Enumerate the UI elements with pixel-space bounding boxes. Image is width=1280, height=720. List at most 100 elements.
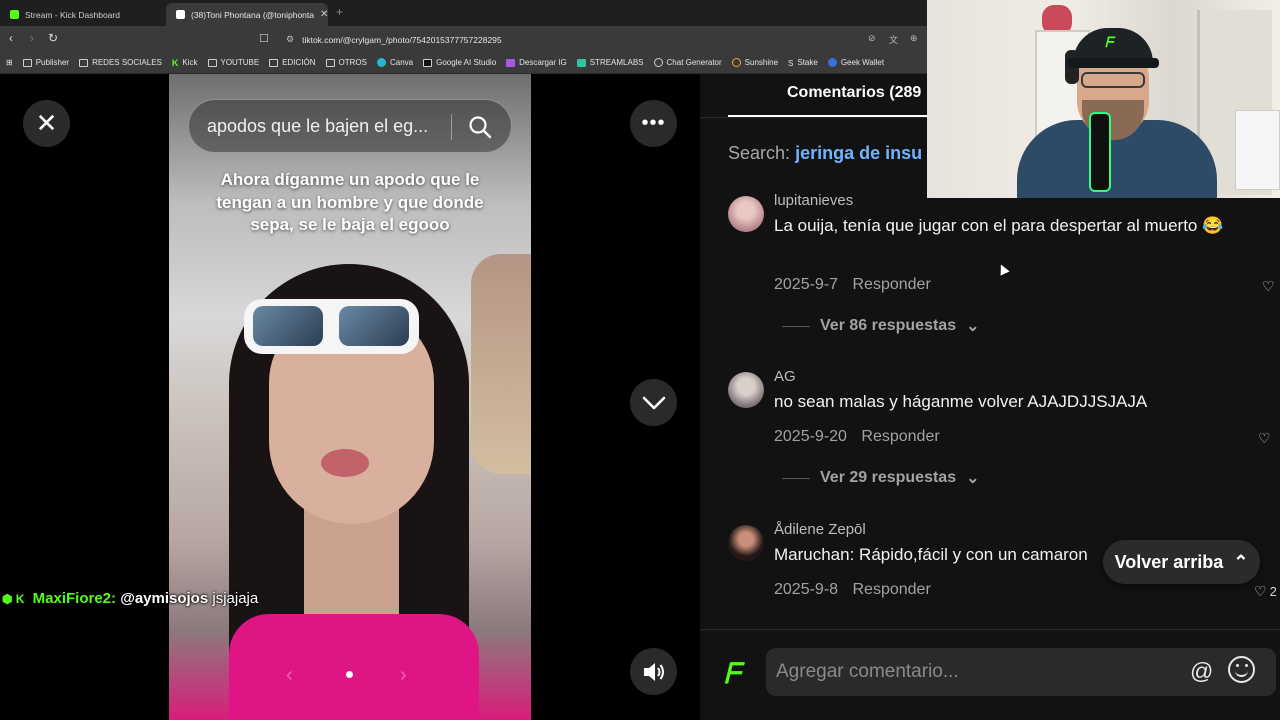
site-info-icon[interactable]: ⚙ <box>286 34 294 45</box>
view-replies-button[interactable]: Ver 29 respuestas ⌄ <box>782 468 980 488</box>
kick-icon: K <box>171 57 179 68</box>
tab-label: Stream - Kick Dashboard <box>25 9 120 20</box>
carousel-dot[interactable] <box>346 671 353 678</box>
tab-label: (38)Toni Phontana (@toniphonta <box>191 9 314 20</box>
bookmark-kick[interactable]: K Kick <box>172 58 198 68</box>
reply-button[interactable]: Responder <box>853 581 931 598</box>
reply-button[interactable]: Responder <box>853 276 931 293</box>
replies-label: Ver 29 respuestas <box>820 469 957 486</box>
search-term-link[interactable]: jeringa de insu <box>795 143 922 163</box>
comments-search-suggestion[interactable]: Search: jeringa de insu <box>728 143 922 164</box>
active-tab-indicator <box>728 115 928 117</box>
url-text: tiktok.com/@crylgam_/photo/7542015377757… <box>302 34 502 45</box>
like-heart-icon[interactable]: ♡ 2 <box>1254 583 1277 600</box>
folder-icon <box>269 58 279 67</box>
bookmark-streamlabs[interactable]: STREAMLABS <box>576 58 644 67</box>
wallet-icon <box>827 58 837 67</box>
view-replies-button[interactable]: Ver 86 respuestas ⌄ <box>782 316 980 336</box>
comment-input[interactable]: Agregar comentario... @ <box>766 648 1276 696</box>
chevrons-up-icon: ⌃ <box>1233 551 1249 572</box>
bookmark-label: Google AI Studio <box>436 58 497 67</box>
chat-text: jsjajaja <box>212 590 259 607</box>
reload-icon[interactable]: ↻ <box>48 31 58 45</box>
forward-icon[interactable]: › <box>30 31 34 45</box>
zoom-icon[interactable]: ⊕ <box>910 33 918 44</box>
folder-icon <box>325 58 335 67</box>
bookmark-label: OTROS <box>338 58 367 67</box>
back-icon[interactable]: ‹ <box>9 31 13 45</box>
comment-username[interactable]: lupitanieves <box>774 192 853 209</box>
apps-grid-icon[interactable]: ⊞ <box>6 58 13 67</box>
like-heart-icon[interactable]: ♡ <box>1262 278 1275 295</box>
bookmark-otros[interactable]: OTROS <box>325 58 367 67</box>
close-tab-icon[interactable]: ✕ <box>320 9 328 20</box>
bookmark-canva[interactable]: Canva <box>376 58 414 67</box>
bookmark-youtube[interactable]: YOUTUBE <box>207 58 259 67</box>
stake-icon: S <box>788 58 794 68</box>
search-query[interactable]: apodos que le bajen el eg... <box>207 116 452 137</box>
comment-placeholder: Agregar comentario... <box>776 661 959 682</box>
next-photo-icon[interactable]: › <box>400 664 407 687</box>
bookmark-publisher[interactable]: Publisher <box>22 58 69 67</box>
chevron-down-icon <box>642 396 665 409</box>
photo-lips <box>321 449 369 477</box>
volume-button[interactable] <box>630 648 677 695</box>
no-sound-icon[interactable]: ⊘ <box>868 33 876 44</box>
bookmark-chat-generator[interactable]: Chat Generator <box>653 58 722 67</box>
tab-comments[interactable]: Comentarios (289 <box>787 84 921 102</box>
avatar[interactable] <box>728 372 764 408</box>
folder-icon <box>22 58 32 67</box>
next-post-button[interactable] <box>630 379 677 426</box>
folder-icon <box>79 58 89 67</box>
photo-viewer: Ahora díganme un apodo que le tengan a u… <box>0 74 700 720</box>
tab-tiktok[interactable]: (38)Toni Phontana (@toniphonta ✕ <box>166 3 328 26</box>
new-tab-button[interactable]: + <box>336 5 343 19</box>
comment-text: La ouija, tenía que jugar con el para de… <box>774 216 1224 235</box>
search-icon[interactable] <box>468 115 492 139</box>
back-to-top-button[interactable]: Volver arriba ⌃ <box>1103 540 1260 584</box>
sun-icon <box>731 58 741 67</box>
like-count: 2 <box>1269 584 1277 599</box>
kick-favicon-icon <box>10 10 19 19</box>
comment-username[interactable]: AG <box>774 368 796 385</box>
like-heart-icon[interactable]: ♡ <box>1258 430 1271 447</box>
close-viewer-button[interactable]: ✕ <box>23 100 70 147</box>
stream-chat-message: ⬢ K MaxiFiore2: @aymisojos jsjajaja <box>2 590 258 607</box>
mention-at-icon[interactable]: @ <box>1190 658 1213 685</box>
download-icon <box>506 58 516 67</box>
bookmark-geek-wallet[interactable]: Geek Wallet <box>827 58 884 67</box>
prev-photo-icon[interactable]: ‹ <box>286 664 293 687</box>
comment-meta: 2025-9-7 Responder <box>774 276 931 294</box>
address-bar[interactable]: ⚙ tiktok.com/@crylgam_/photo/75420153777… <box>276 30 926 49</box>
translate-icon[interactable]: 文 <box>889 33 898 46</box>
cam-glasses <box>1081 72 1145 88</box>
tab-kick-dashboard[interactable]: Stream - Kick Dashboard <box>0 3 166 26</box>
bookmark-star-icon[interactable]: ☐ <box>259 32 269 45</box>
comment-date: 2025-9-8 <box>774 581 839 598</box>
replies-line <box>782 477 810 479</box>
emoji-icon[interactable] <box>1228 656 1255 683</box>
bookmark-label: Chat Generator <box>666 58 722 67</box>
comment-username[interactable]: Ådilene Zepōl <box>774 521 866 538</box>
kick-badge-icon: ⬢ K <box>2 592 25 606</box>
comment-meta: 2025-9-8 Responder <box>774 581 931 599</box>
streamer-logo-icon: ᖴ <box>724 658 741 689</box>
bookmark-descargar-ig[interactable]: Descargar IG <box>506 58 567 67</box>
avatar[interactable] <box>728 196 764 232</box>
bookmark-stake[interactable]: S Stake <box>788 58 818 68</box>
bookmark-label: REDES SOCIALES <box>92 58 162 67</box>
photo-lens-left <box>253 306 323 346</box>
more-options-button[interactable]: ••• <box>630 100 677 147</box>
webcam-overlay: ᖴ <box>927 0 1280 198</box>
bookmark-sunshine[interactable]: Sunshine <box>731 58 778 67</box>
bookmark-google-ai-studio[interactable]: Google AI Studio <box>423 58 496 67</box>
video-search-bar[interactable]: apodos que le bajen el eg... <box>188 99 512 153</box>
bookmark-label: Kick <box>182 58 198 67</box>
speaker-icon <box>643 662 664 681</box>
photo-caption-overlay: Ahora díganme un apodo que le tengan a u… <box>216 170 484 234</box>
bookmark-label: Canva <box>389 58 414 67</box>
bookmark-edicion[interactable]: EDICIÓN <box>269 58 316 67</box>
bookmark-redes-sociales[interactable]: REDES SOCIALES <box>79 58 162 67</box>
reply-button[interactable]: Responder <box>861 428 939 445</box>
avatar[interactable] <box>728 525 764 561</box>
